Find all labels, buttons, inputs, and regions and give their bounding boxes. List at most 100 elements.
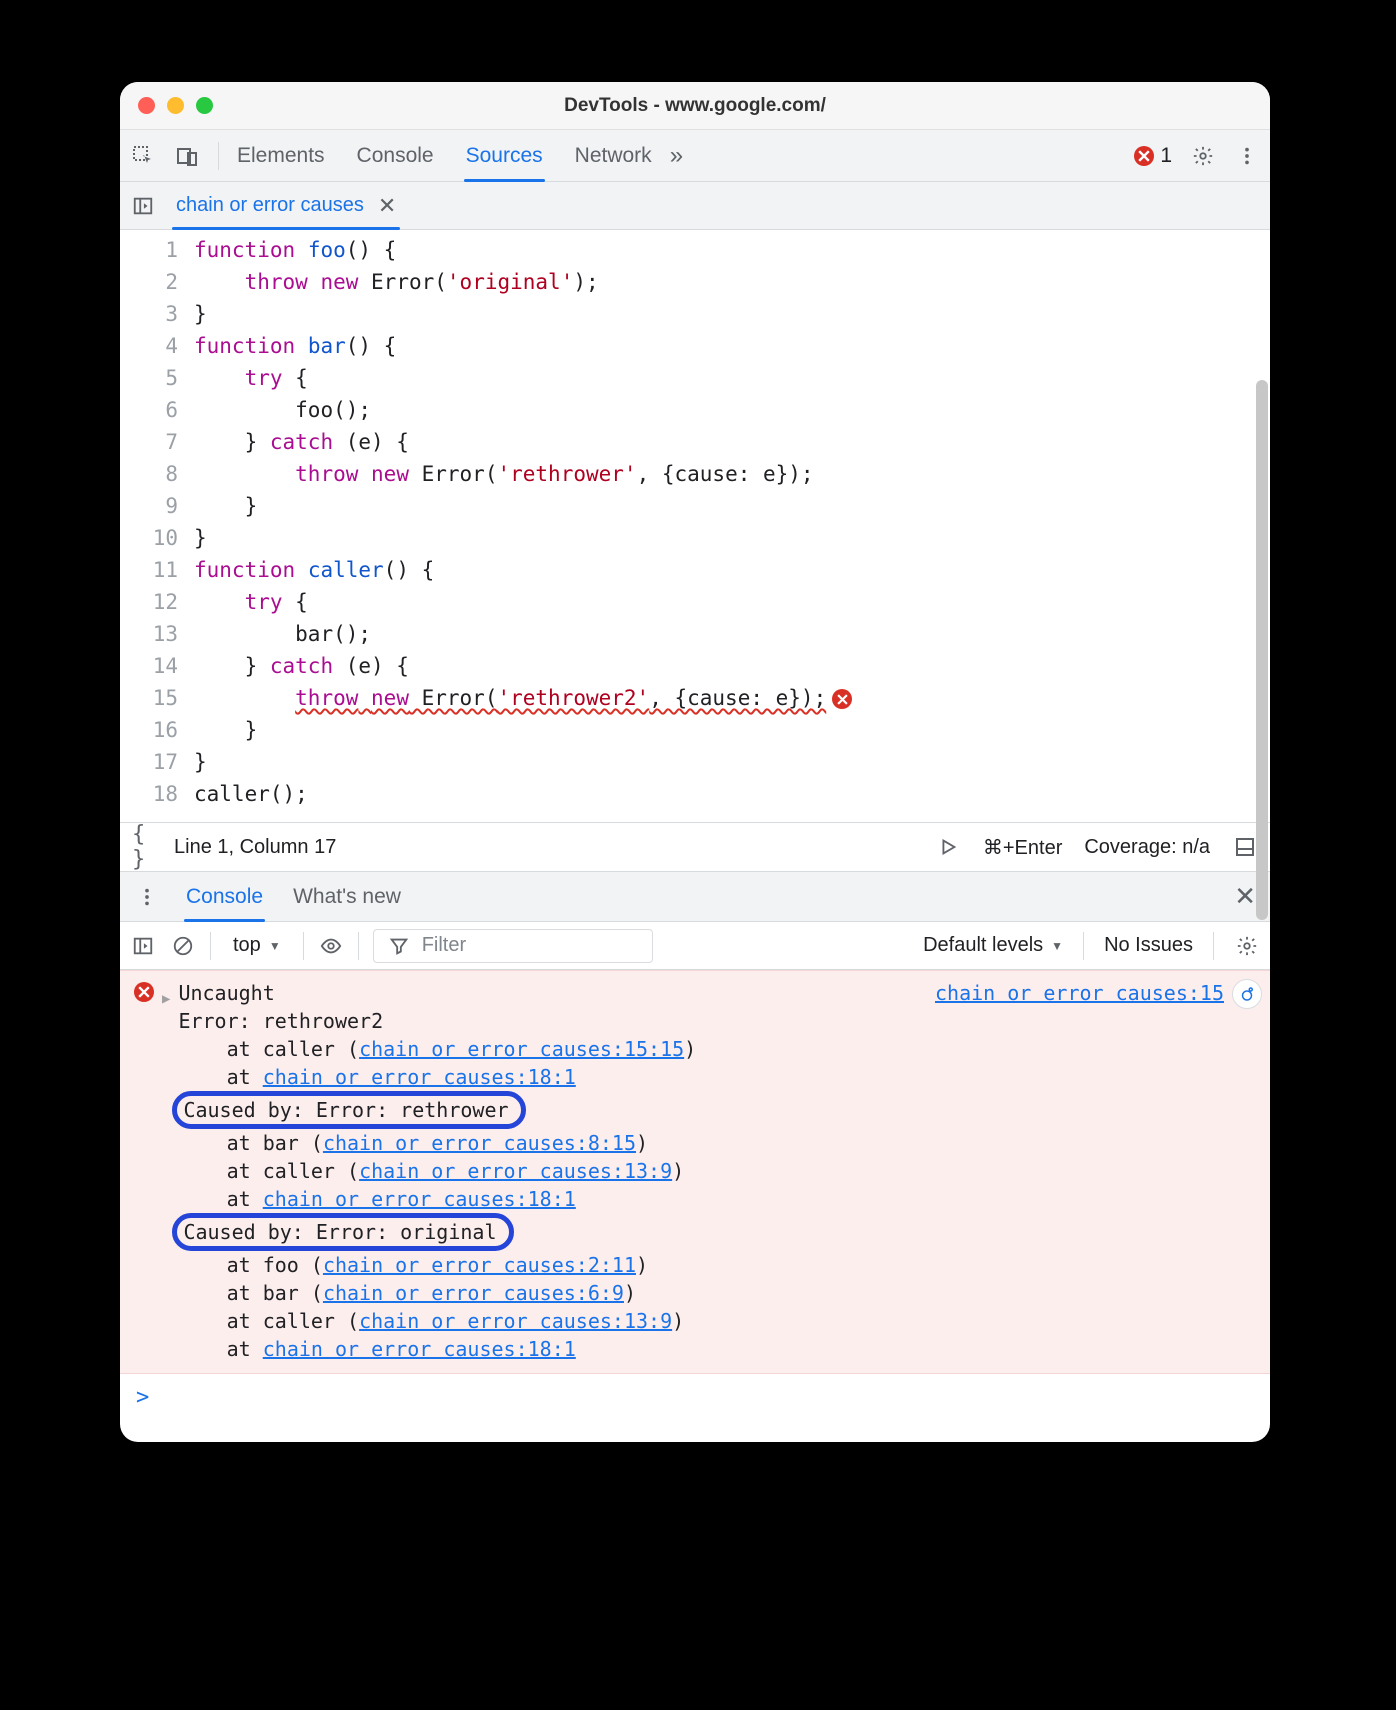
error-cause-highlight: Caused by: Error: rethrower — [172, 1091, 525, 1129]
code-line[interactable]: try { — [194, 362, 1270, 394]
inspect-element-icon[interactable] — [130, 143, 156, 169]
code-line[interactable]: } catch (e) { — [194, 650, 1270, 682]
console-prompt[interactable]: > — [120, 1374, 1270, 1422]
file-tab-chain-or-error-causes[interactable]: chain or error causes ✕ — [172, 182, 400, 229]
code-line[interactable]: } — [194, 522, 1270, 554]
stack-frame-link[interactable]: chain or error causes:13:9 — [359, 1159, 672, 1183]
code-line[interactable]: } — [194, 714, 1270, 746]
tab-elements[interactable]: Elements — [237, 130, 325, 181]
code-line[interactable]: } catch (e) { — [194, 426, 1270, 458]
settings-icon[interactable] — [1190, 143, 1216, 169]
stack-frame-link[interactable]: chain or error causes:15:15 — [359, 1037, 684, 1061]
chevron-down-icon: ▼ — [1051, 939, 1063, 953]
error-source-link[interactable]: chain or error causes:15 — [935, 979, 1224, 1007]
code-line[interactable]: throw new Error('original'); — [194, 266, 1270, 298]
overflow-tabs-button[interactable]: » — [670, 142, 683, 170]
error-icon — [1134, 146, 1154, 166]
live-expression-icon[interactable] — [318, 933, 344, 959]
code-line[interactable]: } — [194, 298, 1270, 330]
line-error-icon[interactable] — [832, 689, 852, 709]
stack-frame: at chain or error causes:18:1 — [178, 1185, 696, 1213]
main-toolbar: Elements Console Sources Network » 1 — [120, 130, 1270, 182]
stack-frame: at caller (chain or error causes:13:9) — [178, 1157, 696, 1185]
error-cause-highlight: Caused by: Error: original — [172, 1213, 513, 1251]
console-error-entry[interactable]: chain or error causes:15 ▶ UncaughtError… — [120, 970, 1270, 1374]
toggle-drawer-icon[interactable] — [1232, 834, 1258, 860]
run-snippet-icon[interactable] — [935, 834, 961, 860]
cursor-position: Line 1, Column 17 — [174, 836, 336, 859]
run-shortcut: ⌘+Enter — [983, 835, 1062, 860]
close-file-tab-icon[interactable]: ✕ — [378, 195, 396, 217]
editor-scrollbar[interactable] — [1256, 380, 1268, 960]
stack-frame-link[interactable]: chain or error causes:18:1 — [263, 1065, 576, 1089]
stack-frame-link[interactable]: chain or error causes:6:9 — [323, 1281, 624, 1305]
editor-code[interactable]: function foo() { throw new Error('origin… — [194, 234, 1270, 810]
prompt-glyph: > — [136, 1385, 149, 1410]
device-toolbar-icon[interactable] — [174, 143, 200, 169]
stack-frame-link[interactable]: chain or error causes:13:9 — [359, 1309, 672, 1333]
zoom-window-button[interactable] — [196, 97, 213, 114]
console-body: chain or error causes:15 ▶ UncaughtError… — [120, 970, 1270, 1422]
filter-placeholder: Filter — [422, 934, 466, 957]
drawer-tab-what-s-new[interactable]: What's new — [293, 872, 401, 921]
titlebar: DevTools - www.google.com/ — [120, 82, 1270, 130]
code-line[interactable]: try { — [194, 586, 1270, 618]
file-tab-label: chain or error causes — [176, 194, 364, 217]
more-menu-icon[interactable] — [1234, 143, 1260, 169]
tab-sources[interactable]: Sources — [466, 130, 543, 181]
console-toolbar: top ▼ Filter Default levels ▼ No Is — [120, 922, 1270, 970]
console-filter-input[interactable]: Filter — [373, 929, 653, 963]
tab-network[interactable]: Network — [575, 130, 652, 181]
code-line[interactable]: function foo() { — [194, 234, 1270, 266]
issues-status: No Issues — [1104, 934, 1193, 957]
code-line[interactable]: } — [194, 490, 1270, 522]
stack-frame: at caller (chain or error causes:15:15) — [178, 1035, 696, 1063]
stack-frame-link[interactable]: chain or error causes:18:1 — [263, 1337, 576, 1361]
stack-frame-link[interactable]: chain or error causes:8:15 — [323, 1131, 636, 1155]
log-levels-select[interactable]: Default levels ▼ — [923, 934, 1063, 957]
chevron-down-icon: ▼ — [269, 939, 281, 953]
code-line[interactable]: function bar() { — [194, 330, 1270, 362]
stack-frame: at bar (chain or error causes:6:9) — [178, 1279, 696, 1307]
editor-statusbar: { } Line 1, Column 17 ⌘+Enter Coverage: … — [120, 822, 1270, 872]
execution-context-select[interactable]: top ▼ — [225, 930, 289, 962]
stack-frame-link[interactable]: chain or error causes:2:11 — [323, 1253, 636, 1277]
code-line[interactable]: throw new Error('rethrower2', {cause: e}… — [194, 682, 1270, 714]
minimize-window-button[interactable] — [167, 97, 184, 114]
code-line[interactable]: bar(); — [194, 618, 1270, 650]
stack-frame: at chain or error causes:18:1 — [178, 1063, 696, 1091]
error-heading: Uncaught — [178, 979, 696, 1007]
stack-frame-link[interactable]: chain or error causes:18:1 — [263, 1187, 576, 1211]
tab-console[interactable]: Console — [357, 130, 434, 181]
code-line[interactable]: caller(); — [194, 778, 1270, 810]
error-icon — [134, 982, 154, 1002]
stack-frame: at bar (chain or error causes:8:15) — [178, 1129, 696, 1157]
stack-frame: at chain or error causes:18:1 — [178, 1335, 696, 1363]
drawer-tab-console[interactable]: Console — [186, 872, 263, 921]
coverage-status: Coverage: n/a — [1084, 836, 1210, 859]
code-line[interactable]: } — [194, 746, 1270, 778]
ai-explain-button[interactable] — [1232, 979, 1262, 1009]
navigator-toggle-icon[interactable] — [130, 193, 156, 219]
error-count[interactable]: 1 — [1134, 144, 1172, 168]
console-sidebar-toggle-icon[interactable] — [130, 933, 156, 959]
error-message: Error: rethrower2 — [178, 1007, 696, 1035]
code-line[interactable]: function caller() { — [194, 554, 1270, 586]
file-tabs: chain or error causes ✕ — [120, 182, 1270, 230]
editor[interactable]: 123456789101112131415161718 function foo… — [120, 230, 1270, 822]
stack-frame: at caller (chain or error causes:13:9) — [178, 1307, 696, 1335]
close-drawer-icon[interactable]: ✕ — [1234, 881, 1256, 912]
devtools-window: DevTools - www.google.com/ Elements Conso… — [120, 82, 1270, 1442]
editor-gutter: 123456789101112131415161718 — [120, 234, 194, 810]
error-count-value: 1 — [1160, 144, 1172, 168]
close-window-button[interactable] — [138, 97, 155, 114]
expand-error-icon[interactable]: ▶ — [162, 985, 170, 1013]
drawer-header: Console What's new ✕ — [120, 872, 1270, 922]
execution-context-label: top — [233, 934, 261, 957]
code-line[interactable]: foo(); — [194, 394, 1270, 426]
code-line[interactable]: throw new Error('rethrower', {cause: e})… — [194, 458, 1270, 490]
pretty-print-icon[interactable]: { } — [132, 834, 158, 860]
drawer-more-icon[interactable] — [134, 884, 160, 910]
log-levels-label: Default levels — [923, 934, 1043, 957]
clear-console-icon[interactable] — [170, 933, 196, 959]
